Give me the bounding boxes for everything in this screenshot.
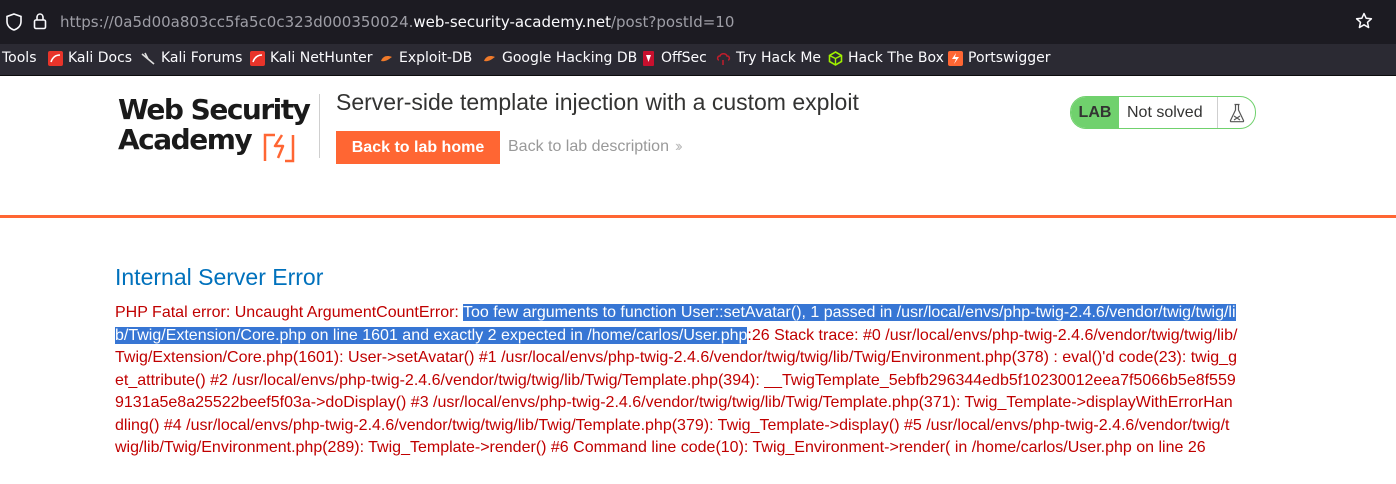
header-separator [0,215,1396,218]
bookmark-exploit-db[interactable]: Exploit-DB [379,50,472,66]
portswigger-icon [948,50,963,66]
bookmark-label: OffSec [661,50,707,66]
exploitdb-icon [379,51,394,66]
flask-icon [1218,97,1255,128]
bookmark-label: Tools [2,50,37,66]
bookmark-label: Exploit-DB [399,50,473,66]
lock-icon[interactable] [33,12,47,35]
kali-icon [250,50,265,66]
bookmark-label: Try Hack Me [736,50,822,66]
back-to-lab-description-label: Back to lab description [508,138,669,155]
bookmark-star-icon[interactable] [1355,12,1373,35]
lab-status-text: Not solved [1119,97,1218,128]
lab-title: Server-side template injection with a cu… [336,89,859,115]
bookmark-label: Kali Docs [68,50,133,66]
bookmark-label: Google Hacking DB [502,50,638,66]
kali-icon [48,50,63,66]
back-to-lab-home-button[interactable]: Back to lab home [336,131,500,164]
error-title: Internal Server Error [115,264,324,290]
bookmark-kali-nethunter[interactable]: Kali NetHunter [250,50,372,66]
bookmark-label: Portswigger [968,50,1051,66]
bookmark-try-hack-me[interactable]: Try Hack Me [716,50,821,66]
back-to-lab-description-link[interactable]: Back to lab description ›› [508,138,682,156]
offsec-icon [641,50,656,66]
hackthebox-icon [828,50,843,66]
bookmark-label: Kali Forums [161,50,243,66]
shield-icon[interactable] [6,13,22,36]
bookmark-label: Hack The Box [848,50,944,66]
url-text[interactable]: https://0a5d00a803cc5fa5c0c323d000350024… [60,13,734,31]
lab-status-widget: LAB Not solved [1070,96,1256,129]
double-chevron-right-icon: ›› [674,138,682,155]
bookmark-portswigger[interactable]: Portswigger [948,50,1051,66]
url-host: web-security-academy.net [413,13,611,31]
lab-badge: LAB [1071,97,1119,128]
logo-line1: Web Security [118,93,311,126]
bookmark-kali-forums[interactable]: Kali Forums [141,50,242,66]
tryhackme-icon [716,51,731,66]
error-prefix: PHP Fatal error: Uncaught ArgumentCountE… [115,304,464,321]
bookmark-kali-docs[interactable]: Kali Docs [48,50,132,66]
bookmark-offsec[interactable]: OffSec [641,50,707,66]
error-message: PHP Fatal error: Uncaught ArgumentCountE… [115,302,1240,460]
bookmark-google-hacking-db[interactable]: Google Hacking DB [482,50,637,66]
error-stack-trace: :26 Stack trace: #0 /usr/local/envs/php-… [115,326,1238,457]
exploitdb-icon [482,51,497,66]
bookmark-tools[interactable]: Tools [2,50,37,66]
kali-dragon-icon [141,51,156,66]
header-divider [319,94,320,158]
url-path: /post?postId=10 [610,13,735,31]
bookmark-label: Kali NetHunter [270,50,373,66]
lightning-bolt-icon [263,131,295,168]
bookmark-hack-the-box[interactable]: Hack The Box [828,50,944,66]
url-bar[interactable]: https://0a5d00a803cc5fa5c0c323d000350024… [0,0,1396,44]
bookmarks-toolbar: Tools Kali Docs Kali Forums Kali NetHunt… [0,44,1396,76]
url-prefix: https://0a5d00a803cc5fa5c0c323d000350024… [60,13,414,31]
